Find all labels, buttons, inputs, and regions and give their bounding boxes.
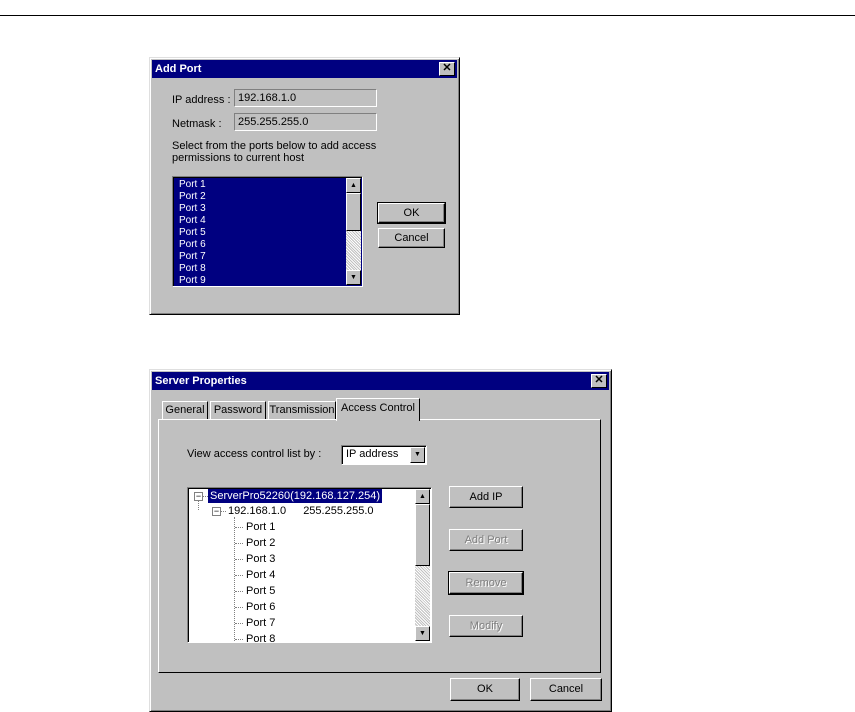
tab-password[interactable]: Password (210, 401, 266, 419)
add-port-dialog: Add Port ✕ IP address : 192.168.1.0 Netm… (149, 57, 460, 315)
list-item[interactable]: Port 7 (175, 251, 345, 263)
tree-port-item[interactable]: Port 8 (246, 632, 275, 642)
list-item[interactable]: Port 9 (175, 275, 345, 286)
tab-transmission[interactable]: Transmission (268, 401, 336, 419)
tab-general[interactable]: General (162, 401, 208, 419)
close-icon[interactable]: ✕ (591, 374, 607, 388)
tree-scrollbar[interactable]: ▲ ▼ (415, 489, 430, 641)
add-port-titlebar: Add Port ✕ (152, 60, 457, 78)
scroll-up-icon[interactable]: ▲ (415, 489, 430, 504)
tree-connector (235, 559, 243, 560)
ok-button[interactable]: OK (450, 678, 520, 701)
ok-button[interactable]: OK (377, 202, 446, 224)
cancel-button[interactable]: Cancel (530, 678, 602, 701)
list-item[interactable]: Port 8 (175, 263, 345, 275)
scroll-down-icon[interactable]: ▼ (346, 270, 361, 285)
list-item[interactable]: Port 5 (175, 227, 345, 239)
tree-connector (235, 607, 243, 608)
list-item[interactable]: Port 6 (175, 239, 345, 251)
scroll-thumb[interactable] (346, 193, 361, 231)
ip-address-label: IP address : (172, 94, 231, 106)
port-list-scrollbar[interactable]: ▲ ▼ (346, 178, 361, 285)
close-icon[interactable]: ✕ (439, 62, 455, 76)
chevron-down-icon[interactable]: ▼ (410, 447, 425, 463)
tree-port-item[interactable]: Port 5 (246, 584, 275, 598)
remove-button[interactable]: Remove (448, 571, 524, 595)
server-properties-title: Server Properties (155, 375, 247, 387)
tree-port-item[interactable]: Port 2 (246, 536, 275, 550)
tree-port-item[interactable]: Port 7 (246, 616, 275, 630)
tab-access-control[interactable]: Access Control (336, 398, 420, 421)
tree-connector (235, 527, 243, 528)
view-by-select[interactable]: IP address ▼ (341, 445, 427, 465)
tree-connector (235, 591, 243, 592)
view-by-select-value: IP address (346, 448, 399, 460)
tree-host[interactable]: 192.168.1.0 255.255.255.0 (228, 504, 374, 518)
tree-port-item[interactable]: Port 3 (246, 552, 275, 566)
list-item[interactable]: Port 3 (175, 203, 345, 215)
scroll-down-icon[interactable]: ▼ (415, 626, 430, 641)
modify-button[interactable]: Modify (449, 615, 523, 637)
tree-port-item[interactable]: Port 4 (246, 568, 275, 582)
cancel-button[interactable]: Cancel (378, 228, 445, 248)
tree-connector (235, 543, 243, 544)
netmask-label: Netmask : (172, 118, 222, 130)
list-item[interactable]: Port 1 (175, 179, 345, 191)
tree-connector (198, 500, 199, 510)
scroll-up-icon[interactable]: ▲ (346, 178, 361, 193)
list-item[interactable]: Port 2 (175, 191, 345, 203)
server-properties-titlebar: Server Properties ✕ (152, 372, 609, 390)
tree-root[interactable]: ServerPro52260(192.168.127.254) (208, 489, 383, 503)
add-ip-button[interactable]: Add IP (449, 486, 523, 508)
netmask-field: 255.255.255.0 (234, 113, 377, 131)
ip-address-field: 192.168.1.0 (234, 89, 377, 107)
tree-connector (220, 511, 226, 512)
add-port-title: Add Port (155, 63, 202, 75)
tree-connector (235, 623, 243, 624)
tree-port-item[interactable]: Port 6 (246, 600, 275, 614)
server-properties-dialog: Server Properties ✕ General Password Tra… (149, 369, 612, 712)
page-top-rule (0, 15, 855, 16)
instructions-line-2: permissions to current host (172, 152, 305, 164)
view-by-label: View access control list by : (187, 448, 322, 460)
tree-connector (235, 639, 243, 640)
tree-connector (235, 575, 243, 576)
access-tree[interactable]: − ServerPro52260(192.168.127.254) − 192.… (187, 487, 432, 643)
access-control-panel: View access control list by : IP address… (158, 419, 601, 673)
scroll-thumb[interactable] (415, 504, 430, 566)
tree-port-item[interactable]: Port 1 (246, 520, 275, 534)
port-listbox[interactable]: Port 1 Port 2 Port 3 Port 4 Port 5 Port 6 Port… (172, 176, 363, 287)
instructions-line-1: Select from the ports below to add acces… (172, 140, 377, 152)
add-port-button[interactable]: Add Port (449, 529, 523, 551)
list-item[interactable]: Port 4 (175, 215, 345, 227)
